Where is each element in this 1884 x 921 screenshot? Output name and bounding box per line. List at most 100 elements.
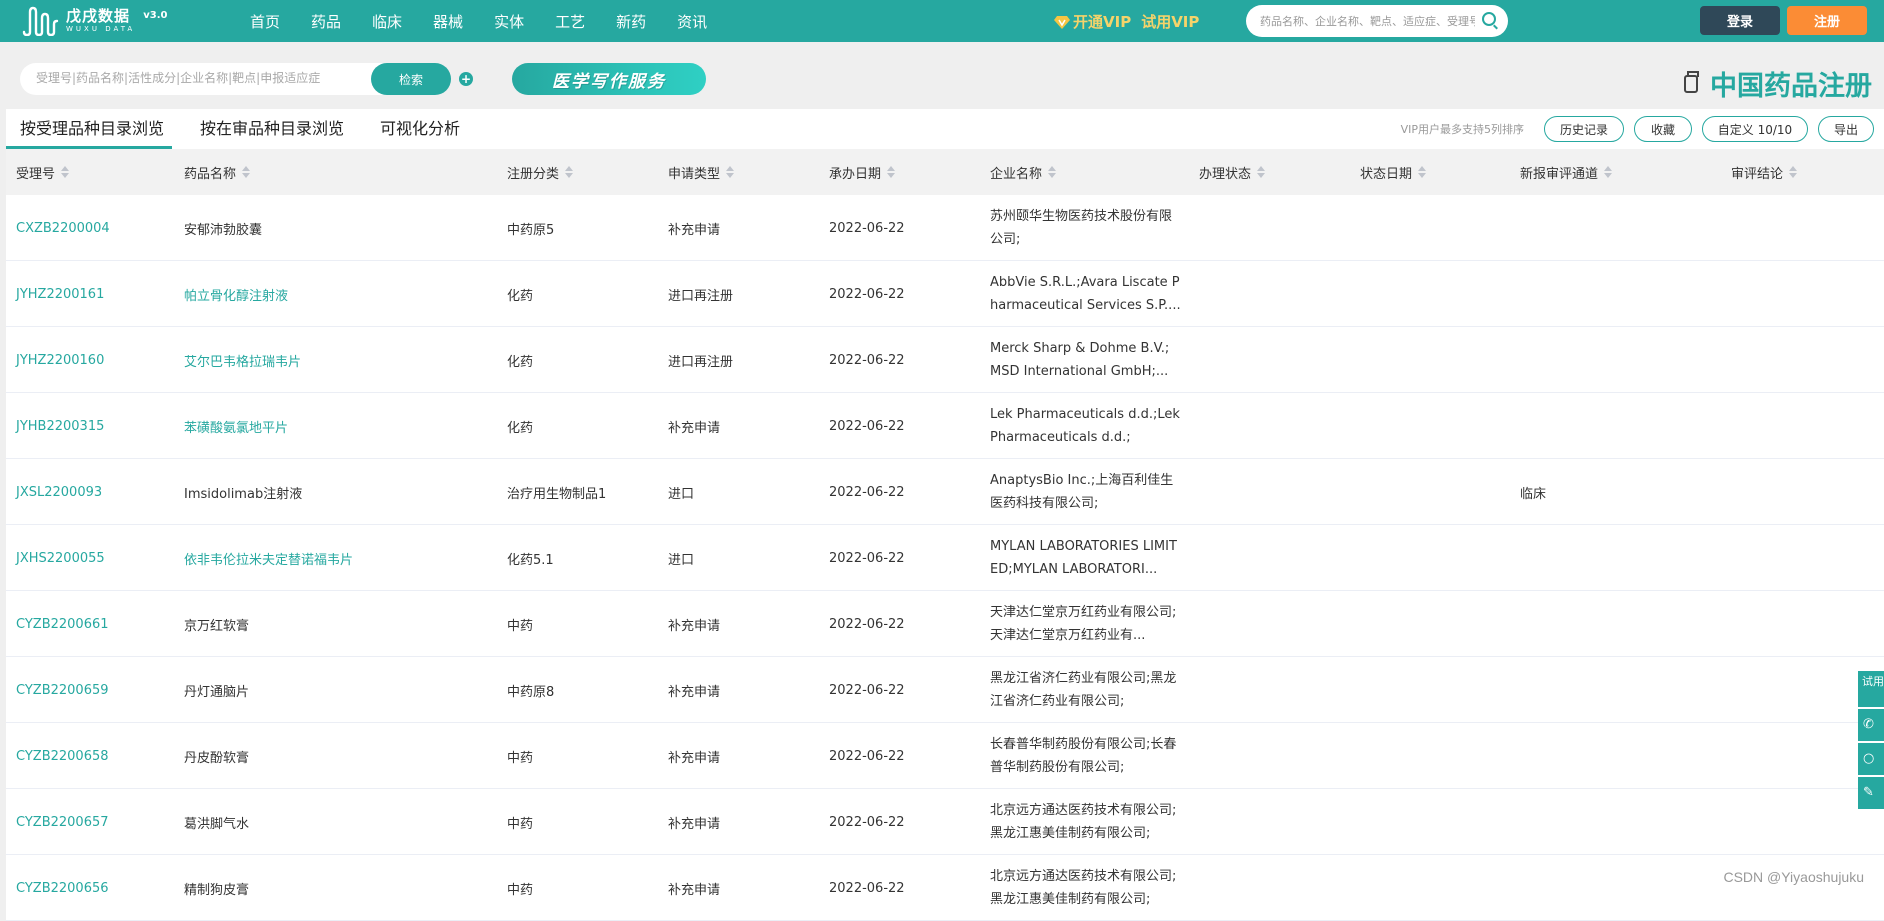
nav-devices[interactable]: 器械 <box>433 11 463 32</box>
cell-acceptance-no[interactable]: CXZB2200004 <box>16 195 110 261</box>
search-button[interactable]: 检索 <box>371 63 451 95</box>
table-row[interactable]: JYHZ2200161 帕立骨化醇注射液 化药 进口再注册 2022-06-22 AbbV… <box>6 261 1884 327</box>
cell-acceptance-no[interactable]: CYZB2200661 <box>16 591 109 657</box>
cell-company-text: 北京远方通达医药技术有限公司;黑龙江惠美佳制药有限公司; <box>990 869 1177 907</box>
nav-news[interactable]: 资讯 <box>677 11 707 32</box>
registry-search-input[interactable] <box>36 71 366 85</box>
cell-drug-name[interactable]: 苯磺酸氨氯地平片 <box>184 393 288 459</box>
cell-reg-category: 治疗用生物制品1 <box>507 459 606 525</box>
medical-writing-banner[interactable]: 医学写作服务 <box>512 63 706 95</box>
cell-acceptance-no[interactable]: JYHZ2200161 <box>16 261 104 327</box>
sort-icon[interactable] <box>887 166 896 178</box>
sort-icon[interactable] <box>1257 166 1266 178</box>
col-header-acceptance-no[interactable]: 受理号 <box>16 149 70 195</box>
col-label: 状态日期 <box>1360 166 1413 182</box>
col-header-conclusion[interactable]: 审评结论 <box>1731 149 1798 195</box>
wechat-icon: ○ <box>1863 751 1875 766</box>
cell-acceptance-no[interactable]: JXHS2200055 <box>16 525 105 591</box>
cell-drug-name-text: 京万红软膏 <box>184 618 250 634</box>
table-row[interactable]: JYHB2200315 苯磺酸氨氯地平片 化药 补充申请 2022-06-22 Lek P… <box>6 393 1884 459</box>
customize-columns-button[interactable]: 自定义 10/10 <box>1702 116 1808 142</box>
cell-reg-category-text: 中药 <box>507 816 534 832</box>
col-header-drug-name[interactable]: 药品名称 <box>184 149 251 195</box>
open-vip-link[interactable]: 开通VIP <box>1073 11 1131 32</box>
col-header-status[interactable]: 办理状态 <box>1199 149 1266 195</box>
cell-acceptance-no[interactable]: CYZB2200658 <box>16 723 109 789</box>
cell-acceptance-no[interactable]: JYHB2200315 <box>16 393 104 459</box>
col-header-reg-category[interactable]: 注册分类 <box>507 149 574 195</box>
cell-drug-name-text: 丹皮酚软膏 <box>184 750 250 766</box>
trial-vip-link[interactable]: 试用VIP <box>1141 11 1199 32</box>
wechat-button[interactable]: ○ <box>1858 743 1884 775</box>
cell-acceptance-no[interactable]: CYZB2200657 <box>16 789 109 855</box>
col-label: 申请类型 <box>668 166 721 182</box>
cell-date-text: 2022-06-22 <box>829 352 905 368</box>
table-row[interactable]: JYHZ2200160 艾尔巴韦格拉瑞韦片 化药 进口再注册 2022-06-22 Mer… <box>6 327 1884 393</box>
cell-drug-name[interactable]: 帕立骨化醇注射液 <box>184 261 288 327</box>
table-row[interactable]: CYZB2200658 丹皮酚软膏 中药 补充申请 2022-06-22 长春普华制药股份… <box>6 723 1884 789</box>
cell-company: AnaptysBio Inc.;上海百利佳生医药科技有限公司; <box>990 459 1184 525</box>
col-header-date[interactable]: 承办日期 <box>829 149 896 195</box>
cell-acceptance-no[interactable]: JXSL2200093 <box>16 459 102 525</box>
cell-reg-category-text: 化药5.1 <box>507 552 554 568</box>
cell-app-type-text: 补充申请 <box>668 420 721 436</box>
table-row[interactable]: JXHS2200055 依非韦伦拉米夫定替诺福韦片 化药5.1 进口 2022-06-2… <box>6 525 1884 591</box>
tab-accepted-catalog[interactable]: 按受理品种目录浏览 <box>6 109 173 149</box>
cell-acceptance-no[interactable]: JYHZ2200160 <box>16 327 104 393</box>
cell-date-text: 2022-06-22 <box>829 220 905 236</box>
tab-under-review-catalog[interactable]: 按在审品种目录浏览 <box>186 109 352 149</box>
sort-icon[interactable] <box>1048 166 1057 178</box>
table-row[interactable]: CXZB2200004 安郁沛勃胶囊 中药原5 补充申请 2022-06-22 苏州颐华生… <box>6 195 1884 261</box>
nav-drugs[interactable]: 药品 <box>311 11 341 32</box>
main-nav: 首页 药品 临床 器械 实体 工艺 新药 资讯 <box>250 0 738 42</box>
cell-date: 2022-06-22 <box>829 525 905 591</box>
cell-drug-name[interactable]: 艾尔巴韦格拉瑞韦片 <box>184 327 301 393</box>
nav-home[interactable]: 首页 <box>250 11 280 32</box>
col-header-app-type[interactable]: 申请类型 <box>668 149 735 195</box>
cell-company: MYLAN LABORATORIES LIMITED;MYLAN LABORAT… <box>990 525 1184 591</box>
sort-icon[interactable] <box>1789 166 1798 178</box>
cell-app-type: 补充申请 <box>668 195 720 261</box>
table-row[interactable]: CYZB2200656 精制狗皮膏 中药 补充申请 2022-06-22 北京远方通达医药… <box>6 855 1884 921</box>
cell-app-type: 补充申请 <box>668 723 720 789</box>
cell-date-text: 2022-06-22 <box>829 484 905 500</box>
cell-drug-name-text: Imsidolimab注射液 <box>184 486 303 502</box>
table-row[interactable]: CYZB2200657 葛洪脚气水 中药 补充申请 2022-06-22 北京远方通达医药… <box>6 789 1884 855</box>
nav-process[interactable]: 工艺 <box>555 11 585 32</box>
cell-drug-name-text: 葛洪脚气水 <box>184 816 250 832</box>
register-button[interactable]: 注册 <box>1787 6 1867 35</box>
favorite-button[interactable]: 收藏 <box>1634 116 1692 142</box>
feedback-button[interactable]: ✎ <box>1858 777 1884 809</box>
sort-icon[interactable] <box>565 166 574 178</box>
cell-acceptance-no[interactable]: CYZB2200659 <box>16 657 109 723</box>
nav-clinical[interactable]: 临床 <box>372 11 402 32</box>
nav-new-drugs[interactable]: 新药 <box>616 11 646 32</box>
history-button[interactable]: 历史记录 <box>1544 116 1624 142</box>
sort-icon[interactable] <box>1418 166 1427 178</box>
trial-apply-button[interactable]: 试用申请 <box>1858 671 1884 707</box>
cell-drug-name[interactable]: 依非韦伦拉米夫定替诺福韦片 <box>184 525 353 591</box>
search-icon[interactable] <box>1482 12 1496 26</box>
login-button[interactable]: 登录 <box>1700 6 1780 35</box>
tab-visual-analysis[interactable]: 可视化分析 <box>366 109 468 149</box>
phone-button[interactable]: ✆ <box>1858 709 1884 741</box>
cell-reg-category-text: 化药 <box>507 288 534 304</box>
col-header-status-date[interactable]: 状态日期 <box>1360 149 1427 195</box>
cell-reg-category-text: 中药 <box>507 618 534 634</box>
global-search-input[interactable] <box>1260 14 1475 28</box>
export-button[interactable]: 导出 <box>1818 116 1874 142</box>
sort-icon[interactable] <box>726 166 735 178</box>
col-header-company[interactable]: 企业名称 <box>990 149 1057 195</box>
sort-icon[interactable] <box>1604 166 1613 178</box>
table-row[interactable]: JXSL2200093 Imsidolimab注射液 治疗用生物制品1 进口 2022-… <box>6 459 1884 525</box>
cell-acceptance-no[interactable]: CYZB2200656 <box>16 855 109 921</box>
table-row[interactable]: CYZB2200661 京万红软膏 中药 补充申请 2022-06-22 天津达仁堂京万红… <box>6 591 1884 657</box>
plus-icon[interactable]: + <box>459 72 473 86</box>
sort-icon[interactable] <box>242 166 251 178</box>
cell-company: Merck Sharp & Dohme B.V.; MSD Internatio… <box>990 327 1184 393</box>
logo[interactable]: 戊戌数据 WUXU DATA v3.0 <box>22 3 167 39</box>
table-row[interactable]: CYZB2200659 丹灯通脑片 中药原8 补充申请 2022-06-22 黑龙江省济仁… <box>6 657 1884 723</box>
nav-entities[interactable]: 实体 <box>494 11 524 32</box>
sort-icon[interactable] <box>61 166 70 178</box>
col-header-review-channel[interactable]: 新报审评通道 <box>1520 149 1613 195</box>
